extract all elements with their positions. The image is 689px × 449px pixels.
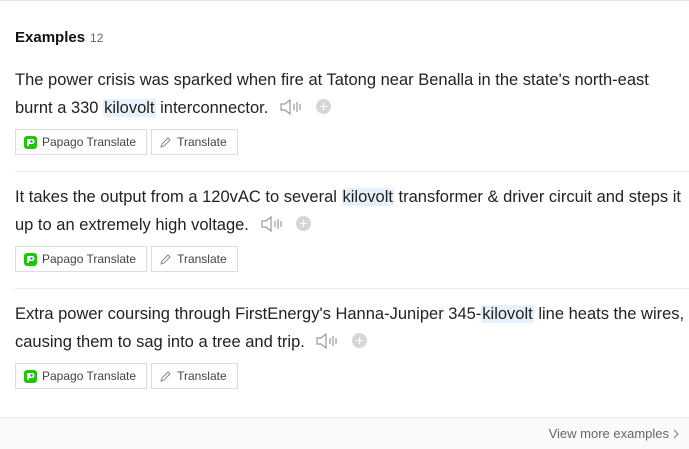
papago-translate-label: Papago Translate (42, 369, 137, 383)
papago-logo-icon (24, 252, 37, 266)
highlighted-word[interactable]: kilovolt (103, 99, 156, 117)
papago-translate-button[interactable]: Papago Translate (15, 129, 148, 155)
examples-count: 12 (90, 31, 104, 45)
example-sentence: Extra power coursing through FirstEnergy… (15, 300, 689, 356)
examples-header: Examples 12 (15, 29, 103, 46)
pencil-icon (160, 371, 171, 382)
example-item-1: The power crisis was sparked when fire a… (15, 66, 689, 155)
add-icon[interactable] (352, 333, 368, 349)
translate-label: Translate (177, 135, 227, 149)
example-actions: Papago Translate Translate (15, 129, 689, 155)
papago-translate-button[interactable]: Papago Translate (15, 246, 148, 272)
add-icon[interactable] (296, 216, 312, 232)
footer: View more examples (0, 417, 689, 449)
translate-label: Translate (177, 252, 227, 266)
papago-logo-icon (24, 135, 37, 149)
pencil-icon (160, 137, 171, 148)
sentence-text: Extra power coursing through FirstEnergy… (15, 305, 482, 323)
examples-title: Examples (15, 29, 86, 46)
add-icon[interactable] (315, 99, 331, 115)
sentence-text: interconnector. (155, 99, 269, 117)
view-more-examples-link[interactable]: View more examples (549, 426, 679, 441)
highlighted-word[interactable]: kilovolt (481, 305, 534, 323)
papago-translate-button[interactable]: Papago Translate (15, 363, 148, 389)
translate-button[interactable]: Translate (151, 129, 238, 155)
papago-logo-icon (24, 369, 37, 383)
sentence-text: It takes the output from a 120vAC to sev… (15, 188, 342, 206)
example-actions: Papago Translate Translate (15, 363, 689, 389)
example-sentence: The power crisis was sparked when fire a… (15, 66, 689, 122)
top-border (0, 0, 689, 1)
example-item-3: Extra power coursing through FirstEnergy… (15, 300, 689, 389)
translate-button[interactable]: Translate (151, 246, 238, 272)
papago-translate-label: Papago Translate (42, 135, 137, 149)
speaker-icon[interactable] (315, 331, 341, 351)
papago-translate-label: Papago Translate (42, 252, 137, 266)
translate-label: Translate (177, 369, 227, 383)
divider (15, 288, 689, 289)
example-item-2: It takes the output from a 120vAC to sev… (15, 183, 689, 272)
example-actions: Papago Translate Translate (15, 246, 689, 272)
speaker-icon[interactable] (260, 214, 286, 234)
view-more-label: View more examples (548, 426, 669, 441)
pencil-icon (160, 254, 171, 265)
example-sentence: It takes the output from a 120vAC to sev… (15, 183, 689, 239)
speaker-icon[interactable] (279, 97, 305, 117)
highlighted-word[interactable]: kilovolt (341, 188, 394, 206)
divider (15, 171, 689, 172)
translate-button[interactable]: Translate (151, 363, 238, 389)
chevron-right-icon (673, 429, 679, 438)
